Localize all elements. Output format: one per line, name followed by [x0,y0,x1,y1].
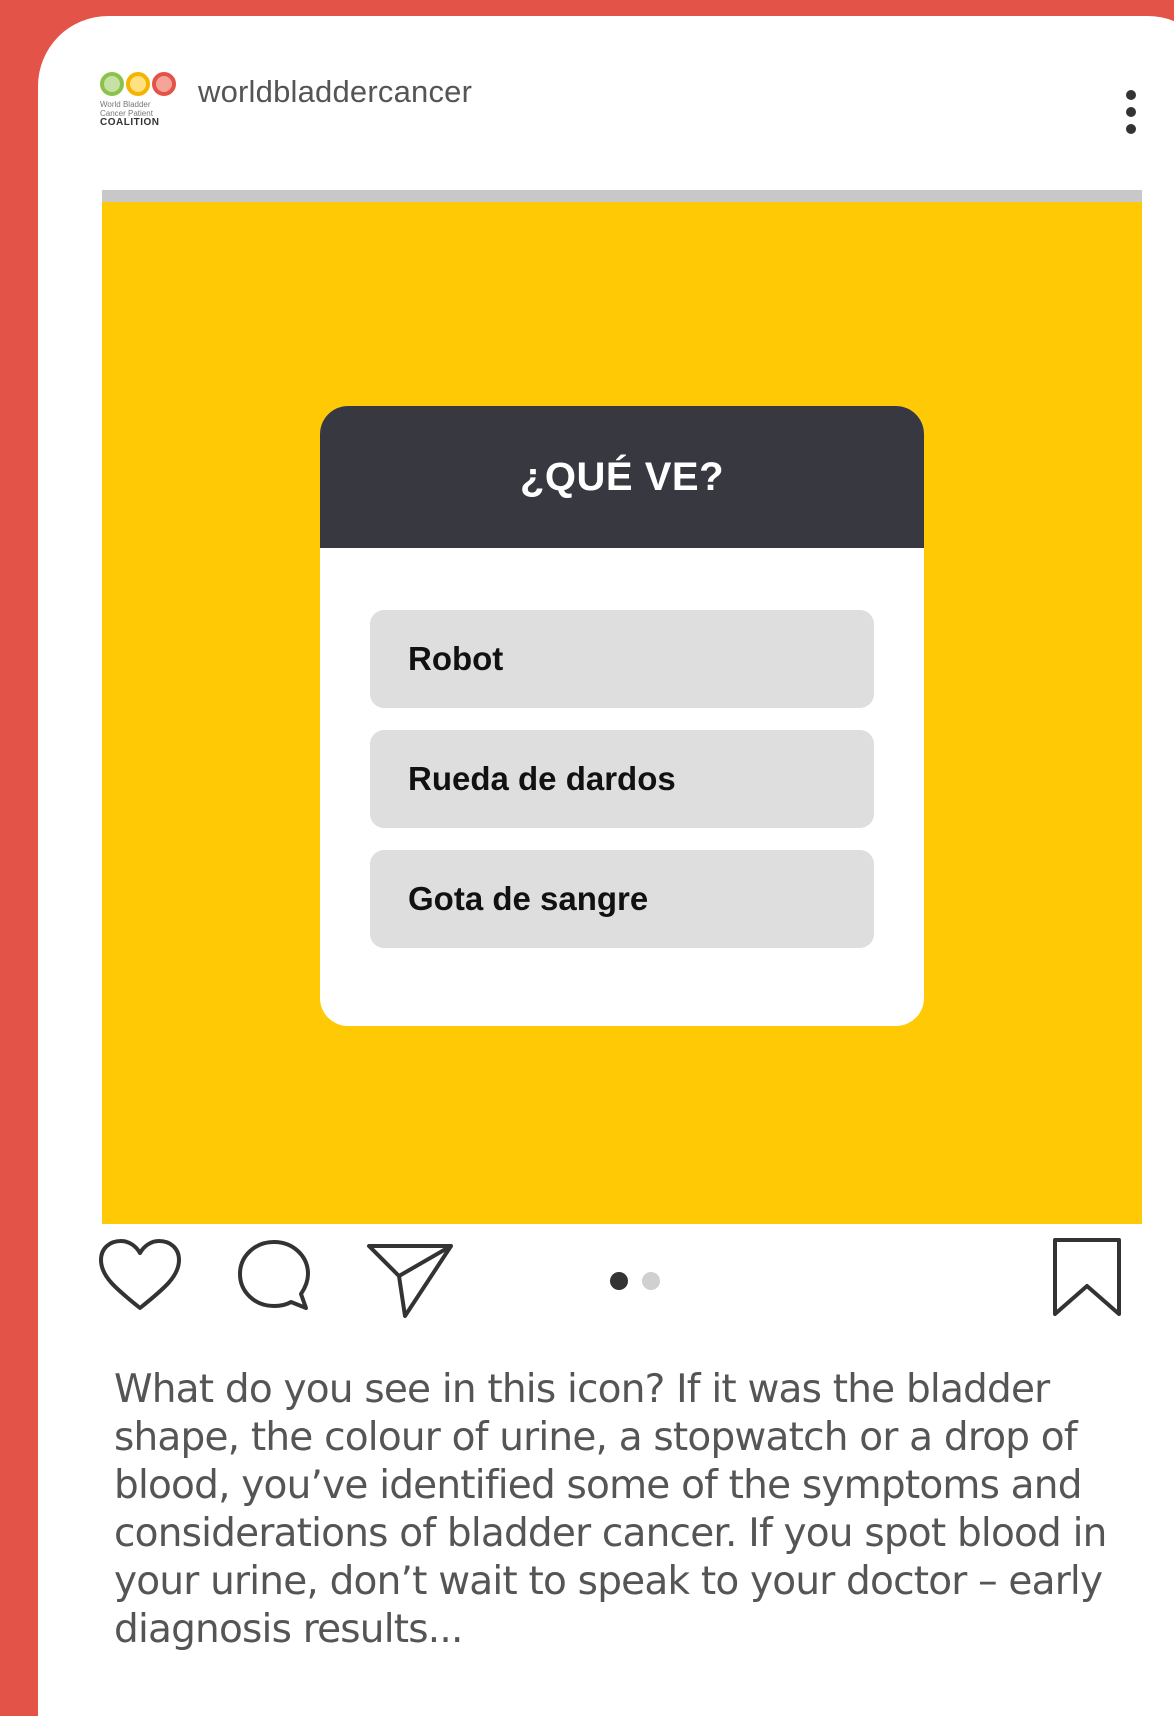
bookmark-icon[interactable] [1051,1236,1123,1318]
logo-line-1: World Bladder [100,100,151,109]
quiz-title: ¿QUÉ VE? [320,406,924,548]
quiz-option-robot[interactable]: Robot [370,610,874,708]
share-icon[interactable] [365,1236,455,1320]
quiz-card: ¿QUÉ VE? Robot Rueda de dardos Gota de s… [320,406,924,1026]
logo-line-3: COALITION [100,117,160,128]
quiz-option-gota-de-sangre[interactable]: Gota de sangre [370,850,874,948]
comment-icon[interactable] [234,1236,314,1316]
story-progress-bar [102,190,1142,202]
username[interactable]: worldbladdercancer [198,74,472,110]
heart-icon[interactable] [95,1236,185,1316]
quiz-option-rueda-de-dardos[interactable]: Rueda de dardos [370,730,874,828]
carousel-indicator [610,1272,660,1290]
action-bar [0,1236,1174,1326]
more-icon[interactable] [1126,90,1136,134]
post-image[interactable]: ¿QUÉ VE? Robot Rueda de dardos Gota de s… [102,202,1142,1224]
carousel-dot-active[interactable] [610,1272,628,1290]
carousel-dot[interactable] [642,1272,660,1290]
post-header: World Bladder Cancer Patient COALITION w… [100,72,472,150]
coalition-logo[interactable]: World Bladder Cancer Patient COALITION [100,72,182,150]
post-caption: What do you see in this icon? If it was … [114,1367,1107,1652]
